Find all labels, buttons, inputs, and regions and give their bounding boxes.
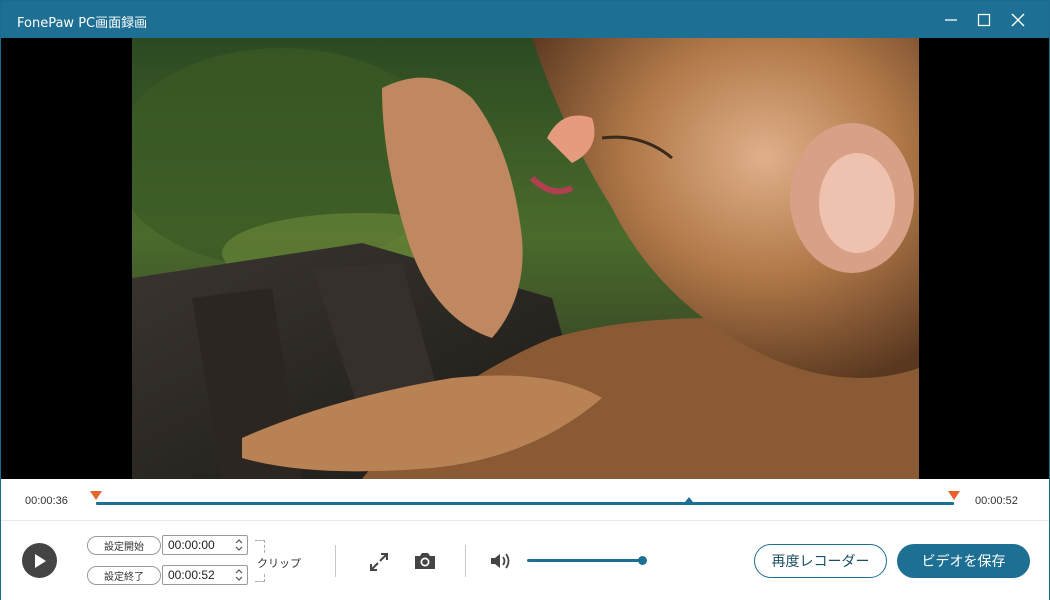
volume-button[interactable] <box>488 550 514 572</box>
volume-slider-track[interactable] <box>527 559 643 562</box>
volume-slider-knob[interactable] <box>638 556 647 565</box>
clip-start-marker[interactable] <box>90 491 102 500</box>
close-button[interactable] <box>1000 1 1036 38</box>
playhead[interactable] <box>685 497 693 502</box>
video-frame <box>132 38 919 479</box>
volume-icon <box>491 553 510 569</box>
close-icon <box>1011 13 1025 26</box>
set-start-button[interactable]: 設定開始 <box>87 536 161 555</box>
total-time: 00:00:52 <box>975 495 1018 507</box>
maximize-button[interactable] <box>966 1 1002 38</box>
fullscreen-icon <box>370 553 388 571</box>
save-video-button[interactable]: ビデオを保存 <box>897 544 1030 578</box>
re-record-button[interactable]: 再度レコーダー <box>754 544 887 578</box>
control-bar: 設定開始 00:00:00 設定終了 00:00:52 クリップ 再度レコーダー… <box>1 522 1049 600</box>
start-time-field[interactable]: 00:00:00 <box>162 535 248 555</box>
divider <box>465 545 466 577</box>
app-window: FonePaw PC画面録画 00:00:36 00:00:52 設定開始 00… <box>0 0 1050 600</box>
fullscreen-button[interactable] <box>367 550 391 574</box>
play-icon <box>34 553 46 568</box>
window-title: FonePaw PC画面録画 <box>17 16 148 31</box>
video-frame-image <box>132 38 919 479</box>
timeline-track[interactable] <box>96 502 954 505</box>
clip-button[interactable]: クリップ <box>257 554 301 572</box>
maximize-icon <box>977 13 991 26</box>
current-time: 00:00:36 <box>25 495 68 507</box>
clip-end-marker[interactable] <box>948 491 960 500</box>
start-time-value: 00:00:00 <box>168 538 215 552</box>
snapshot-button[interactable] <box>412 550 438 572</box>
video-preview[interactable] <box>1 38 1049 479</box>
play-button[interactable] <box>22 543 57 578</box>
divider <box>335 545 336 577</box>
camera-icon <box>415 553 435 569</box>
timeline: 00:00:36 00:00:52 <box>1 479 1049 521</box>
spinner-icon[interactable] <box>234 567 244 583</box>
title-bar: FonePaw PC画面録画 <box>1 1 1049 38</box>
spinner-icon[interactable] <box>234 537 244 553</box>
end-time-value: 00:00:52 <box>168 568 215 582</box>
end-time-field[interactable]: 00:00:52 <box>162 565 248 585</box>
minimize-button[interactable] <box>933 1 969 38</box>
set-end-button[interactable]: 設定終了 <box>87 566 161 585</box>
minimize-icon <box>945 18 957 21</box>
